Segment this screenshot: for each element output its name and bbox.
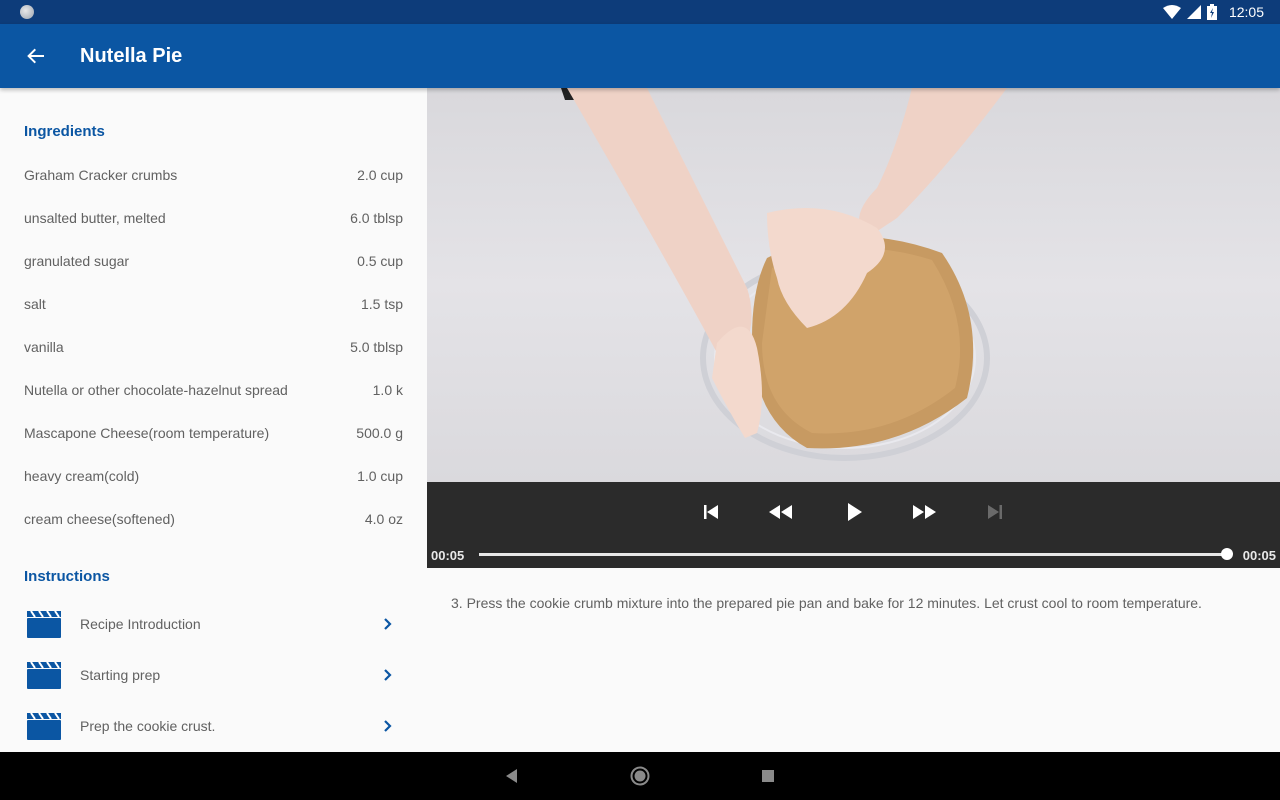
step-description: 3. Press the cookie crumb mixture into t… xyxy=(451,595,1202,611)
instruction-step-item[interactable]: Recipe Introduction xyxy=(24,604,404,644)
ingredient-name: Mascapone Cheese(room temperature) xyxy=(24,425,270,441)
ingredient-quantity: 1.5 tsp xyxy=(360,296,403,312)
instruction-step-item[interactable]: Prep the cookie crust. xyxy=(24,706,404,746)
app-bar: Nutella Pie xyxy=(0,24,1280,88)
ingredient-name: salt xyxy=(24,296,46,312)
duration: 00:05 xyxy=(1242,548,1276,563)
ingredient-row: Mascapone Cheese(room temperature) 500.0… xyxy=(24,425,403,445)
clapperboard-icon xyxy=(27,661,61,689)
instruction-step-label: Recipe Introduction xyxy=(80,616,201,632)
ingredient-row: Graham Cracker crumbs 2.0 cup xyxy=(24,167,403,187)
square-recents-icon xyxy=(762,770,774,782)
battery-icon xyxy=(1206,4,1217,20)
video-player[interactable] xyxy=(427,88,1280,482)
video-controls: 00:05 00:05 xyxy=(427,482,1280,568)
skip-next-icon xyxy=(988,505,1002,519)
signal-icon xyxy=(1186,5,1201,19)
ingredient-quantity: 5.0 tblsp xyxy=(350,339,403,355)
page-title: Nutella Pie xyxy=(80,45,183,67)
instruction-step-label: Prep the cookie crust. xyxy=(80,718,216,734)
chevron-right-icon xyxy=(384,720,392,732)
play-icon xyxy=(848,503,862,521)
triangle-back-icon xyxy=(506,769,517,783)
ingredient-name: heavy cream(cold) xyxy=(24,468,140,484)
status-icons: 12:05 xyxy=(1162,0,1264,24)
back-button[interactable] xyxy=(22,42,50,70)
status-bar: 12:05 xyxy=(0,0,1280,24)
rewind-button[interactable] xyxy=(766,498,796,526)
fast-forward-button[interactable] xyxy=(909,498,939,526)
play-button[interactable] xyxy=(839,498,869,526)
ingredient-row: heavy cream(cold) 1.0 cup xyxy=(24,468,403,488)
instructions-heading: Instructions xyxy=(24,568,110,585)
nav-back-button[interactable] xyxy=(500,764,524,788)
notification-icon xyxy=(20,5,34,19)
nav-recents-button[interactable] xyxy=(756,764,780,788)
skip-previous-icon xyxy=(704,505,718,519)
seek-thumb[interactable] xyxy=(1221,548,1233,560)
wifi-icon xyxy=(1162,5,1181,19)
seek-bar[interactable] xyxy=(479,548,1233,560)
skip-next-button[interactable] xyxy=(980,498,1010,526)
circle-home-icon xyxy=(630,766,650,786)
video-frame xyxy=(561,88,1007,461)
ingredient-quantity: 500.0 g xyxy=(356,425,403,441)
navigation-bar xyxy=(0,752,1280,800)
ingredient-name: Graham Cracker crumbs xyxy=(24,167,178,183)
instruction-step-label: Starting prep xyxy=(80,667,161,683)
clapperboard-icon xyxy=(27,712,61,740)
ingredient-row: vanilla 5.0 tblsp xyxy=(24,339,403,359)
nav-home-button[interactable] xyxy=(628,764,652,788)
ingredient-row: granulated sugar 0.5 cup xyxy=(24,253,403,273)
arrow-back-icon xyxy=(27,48,44,64)
ingredient-row: cream cheese(softened) 4.0 oz xyxy=(24,511,403,531)
chevron-right-icon xyxy=(384,669,392,681)
ingredient-name: granulated sugar xyxy=(24,253,130,269)
ingredient-quantity: 2.0 cup xyxy=(357,167,403,183)
ingredient-quantity: 1.0 k xyxy=(372,382,403,398)
current-position: 00:05 xyxy=(431,548,465,563)
chevron-right-icon xyxy=(384,618,392,630)
ingredient-quantity: 1.0 cup xyxy=(357,468,403,484)
status-time: 12:05 xyxy=(1228,4,1264,20)
ingredient-row: salt 1.5 tsp xyxy=(24,296,403,316)
recipe-details-pane: Ingredients Graham Cracker crumbs 2.0 cu… xyxy=(0,88,427,752)
rewind-icon xyxy=(769,505,792,519)
ingredient-name: unsalted butter, melted xyxy=(24,210,166,226)
ingredient-name: Nutella or other chocolate-hazelnut spre… xyxy=(24,382,288,398)
step-detail-pane: 00:05 00:05 3. Press the cookie crumb mi… xyxy=(427,88,1280,752)
ingredient-row: unsalted butter, melted 6.0 tblsp xyxy=(24,210,403,230)
ingredient-quantity: 4.0 oz xyxy=(364,511,403,527)
ingredient-name: vanilla xyxy=(24,339,64,355)
ingredient-name: cream cheese(softened) xyxy=(24,511,175,527)
clapperboard-icon xyxy=(27,610,61,638)
fast-forward-icon xyxy=(913,505,936,519)
instruction-step-item[interactable]: Starting prep xyxy=(24,655,404,695)
ingredient-row: Nutella or other chocolate-hazelnut spre… xyxy=(24,382,403,402)
ingredients-heading: Ingredients xyxy=(24,123,105,140)
ingredient-quantity: 0.5 cup xyxy=(357,253,403,269)
ingredient-quantity: 6.0 tblsp xyxy=(350,210,403,226)
skip-previous-button[interactable] xyxy=(696,498,726,526)
